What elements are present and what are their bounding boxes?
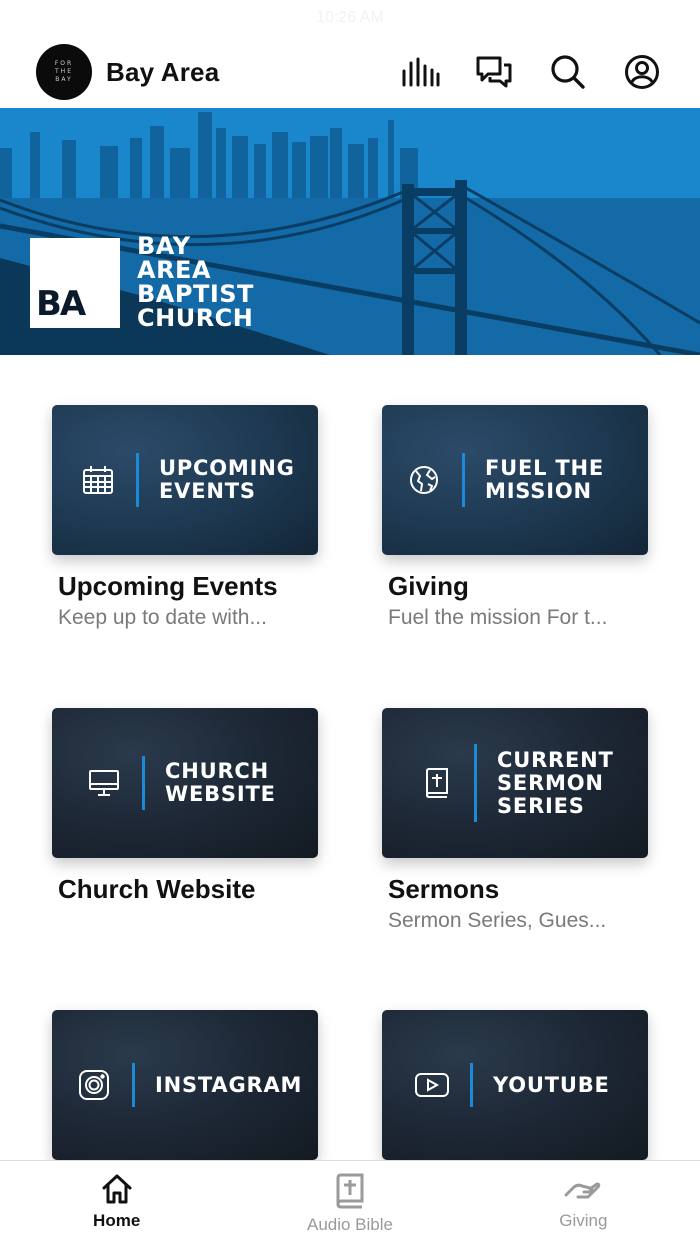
card-subtitle: Keep up to date with...	[58, 606, 267, 629]
app-title: Bay Area	[106, 56, 220, 87]
bottom-tab-bar: Home Audio Bible Giving	[0, 1160, 700, 1244]
card-giving[interactable]: FUEL THE MISSION Giving Fuel the mission…	[382, 405, 648, 630]
card-thumb-line: UPCOMING	[159, 456, 295, 480]
card-thumb-label: FUEL THE MISSION	[485, 457, 604, 503]
hero-logo-box: BA	[30, 238, 120, 328]
youtube-icon	[412, 1072, 452, 1098]
card-thumb-label: CHURCH WEBSITE	[165, 760, 276, 806]
card-thumb-line: INSTAGRAM	[155, 1072, 303, 1097]
chat-icon[interactable]	[472, 50, 516, 94]
card-thumbnail: YOUTUBE	[382, 1010, 648, 1160]
status-bar: 10:26 AM	[0, 0, 700, 36]
hero-logo-letters: BA	[36, 284, 86, 324]
header-actions	[368, 50, 664, 94]
tab-home[interactable]: Home	[0, 1161, 233, 1244]
card-thumb-line: WEBSITE	[165, 782, 276, 806]
instagram-icon	[74, 1069, 114, 1101]
card-church-website[interactable]: CHURCH WEBSITE Church Website	[52, 708, 318, 909]
accent-divider	[470, 1063, 473, 1107]
accent-divider	[132, 1063, 135, 1107]
search-icon[interactable]	[546, 50, 590, 94]
card-sermons[interactable]: CURRENT SERMON SERIES Sermons Sermon Ser…	[382, 708, 648, 933]
account-icon[interactable]	[620, 50, 664, 94]
accent-divider	[462, 453, 465, 507]
card-thumb-line: CURRENT	[497, 747, 614, 772]
card-thumb-label: CURRENT SERMON SERIES	[497, 747, 614, 818]
card-thumb-line: FUEL THE	[485, 456, 605, 480]
header-bar: FOR THE BAY Bay Area	[0, 36, 700, 108]
card-title: Church Website	[58, 874, 256, 904]
card-instagram[interactable]: INSTAGRAM	[52, 1010, 318, 1160]
card-thumbnail: CURRENT SERMON SERIES	[382, 708, 648, 858]
hero-name-line: BAY	[137, 232, 191, 260]
church-logo-text: FOR THE BAY	[54, 60, 74, 83]
giving-hand-icon	[564, 1182, 601, 1199]
card-thumb-line: YOUTUBE	[493, 1072, 610, 1097]
card-subtitle: Fuel the mission For t...	[388, 606, 608, 629]
hero-name-line: BAPTIST	[137, 280, 254, 308]
tab-label: Audio Bible	[306, 1215, 393, 1234]
card-thumb-label: INSTAGRAM	[155, 1072, 303, 1097]
card-thumbnail: INSTAGRAM	[52, 1010, 318, 1160]
audio-bars-icon[interactable]	[398, 50, 442, 94]
hero-name-line: CHURCH	[137, 304, 254, 332]
status-time: 10:26 AM	[316, 9, 384, 26]
card-subtitle: Sermon Series, Gues...	[388, 909, 607, 932]
card-thumbnail: UPCOMING EVENTS	[52, 405, 318, 555]
card-thumbnail: CHURCH WEBSITE	[52, 708, 318, 858]
card-upcoming-events[interactable]: UPCOMING EVENTS Upcoming Events Keep up …	[52, 405, 318, 630]
card-youtube[interactable]: YOUTUBE	[382, 1010, 648, 1160]
card-title: Giving	[388, 571, 469, 601]
card-thumb-line: SERIES	[497, 793, 585, 818]
card-title: Sermons	[388, 874, 500, 904]
monitor-icon	[84, 769, 124, 797]
accent-divider	[136, 453, 139, 507]
tab-audio-bible[interactable]: Audio Bible	[233, 1161, 466, 1244]
bible-icon	[336, 1173, 364, 1209]
bible-icon	[416, 767, 456, 799]
accent-divider	[474, 744, 477, 822]
tab-giving[interactable]: Giving	[467, 1161, 700, 1244]
card-title: Upcoming Events	[58, 571, 278, 601]
card-thumb-line: CHURCH	[165, 759, 269, 783]
card-thumb-line: SERMON	[497, 770, 604, 795]
church-logo[interactable]: FOR THE BAY	[36, 44, 92, 100]
accent-divider	[142, 756, 145, 810]
card-thumb-label: YOUTUBE	[493, 1072, 610, 1097]
tab-label: Giving	[559, 1211, 608, 1230]
globe-icon	[404, 464, 444, 496]
hero-name-line: AREA	[137, 256, 212, 284]
hero-church-name: BAY AREA BAPTIST CHURCH	[137, 234, 254, 330]
card-thumb-line: EVENTS	[159, 479, 256, 503]
tab-label: Home	[93, 1211, 141, 1230]
card-thumb-line: MISSION	[485, 479, 592, 503]
calendar-icon	[78, 465, 118, 495]
home-icon	[102, 1174, 132, 1204]
card-thumbnail: FUEL THE MISSION	[382, 405, 648, 555]
hero-banner: BA BAY AREA BAPTIST CHURCH	[0, 108, 700, 355]
card-thumb-label: UPCOMING EVENTS	[159, 457, 295, 503]
